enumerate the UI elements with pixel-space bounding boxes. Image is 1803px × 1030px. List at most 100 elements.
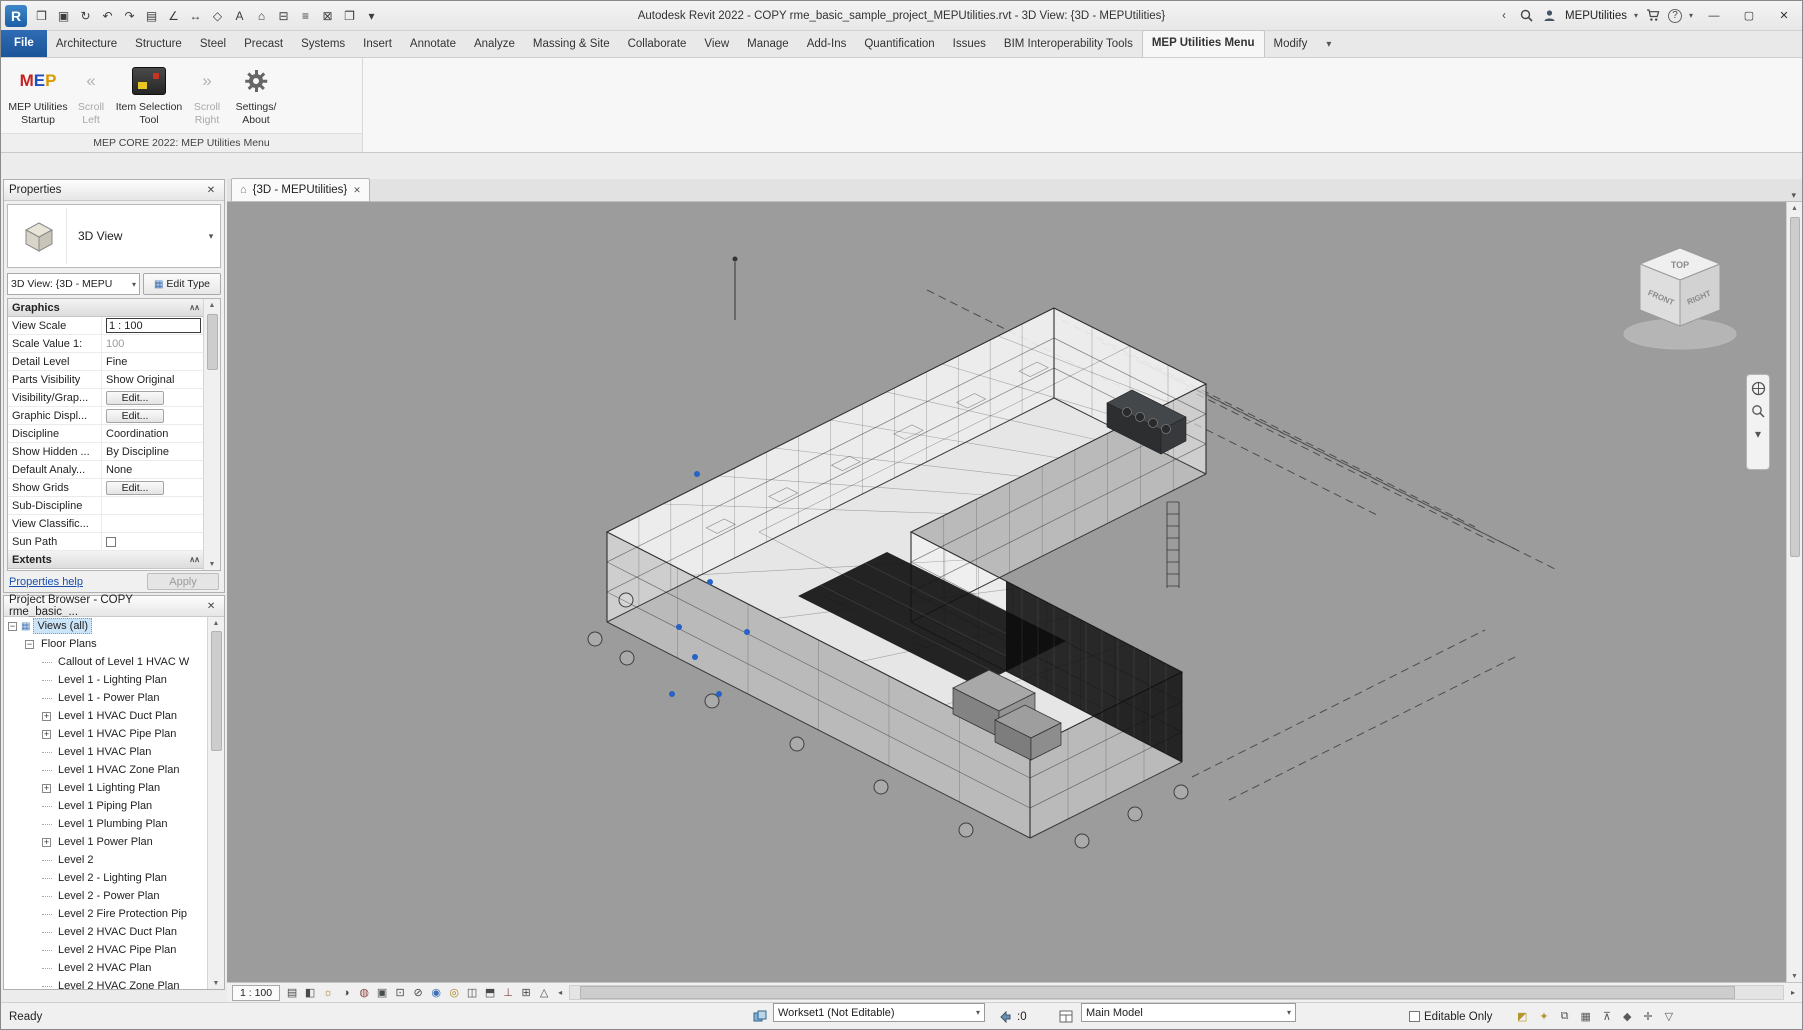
tree-item-level-1-hvac-duct-plan[interactable]: +Level 1 HVAC Duct Plan (4, 707, 224, 725)
item-selection-tool-button[interactable]: Item Selection Tool (111, 61, 187, 133)
tree-item-level-2-hvac-pipe-plan[interactable]: Level 2 HVAC Pipe Plan (4, 941, 224, 959)
select-underlay-toggle-icon[interactable]: ▦ (1580, 1010, 1590, 1023)
account-icon[interactable] (1542, 8, 1558, 24)
editing-requests-icon[interactable]: ✦ (1539, 1010, 1548, 1023)
view-tab-3d-meputilities[interactable]: ⌂ {3D - MEPUtilities} ✕ (231, 178, 370, 201)
view-scale-input[interactable]: 1 : 100 (106, 318, 201, 333)
expand-toggle-icon[interactable]: + (42, 838, 51, 847)
scroll-down-icon[interactable]: ▼ (213, 977, 220, 989)
section-header-extents[interactable]: Extents ∧∧ (8, 551, 203, 569)
tree-item-level-1-lighting-plan[interactable]: Level 1 - Lighting Plan (4, 671, 224, 689)
ribbon-tab-view[interactable]: View (695, 31, 738, 57)
open-file-icon[interactable]: ❒ (31, 5, 52, 26)
view-tab-close-icon[interactable]: ✕ (353, 185, 361, 196)
render-icon[interactable]: ◍ (355, 986, 373, 999)
project-browser-close-icon[interactable]: ✕ (203, 601, 219, 612)
design-options-combo[interactable]: Main Model ▾ (1081, 1003, 1296, 1022)
browser-scrollbar[interactable]: ▲ ▼ (207, 617, 224, 989)
ribbon-tab-file[interactable]: File (1, 30, 47, 57)
view-scale-button[interactable]: 1 : 100 (232, 985, 280, 1001)
properties-scrollbar[interactable]: ▲ ▼ (203, 299, 220, 570)
visual-style-icon[interactable]: ◧ (301, 986, 319, 999)
ribbon-tab-architecture[interactable]: Architecture (47, 31, 126, 57)
tree-item-level-1-lighting-plan[interactable]: +Level 1 Lighting Plan (4, 779, 224, 797)
thin-lines-icon[interactable]: ≡ (295, 5, 316, 26)
undo-icon[interactable]: ↶ (97, 5, 118, 26)
maximize-button[interactable]: ▢ (1735, 5, 1763, 27)
tree-item-level-1-power-plan[interactable]: +Level 1 Power Plan (4, 833, 224, 851)
tag-by-category-icon[interactable]: ◇ (207, 5, 228, 26)
scrollbar-thumb[interactable] (580, 986, 1735, 999)
edit-button[interactable]: Edit... (106, 391, 164, 405)
help-dropdown-icon[interactable]: ▾ (1689, 11, 1693, 20)
ribbon-tab-systems[interactable]: Systems (292, 31, 354, 57)
scroll-down-icon[interactable]: ▼ (1791, 970, 1798, 982)
ribbon-tab-quantification[interactable]: Quantification (855, 31, 943, 57)
property-value-discipline[interactable]: Coordination (102, 428, 203, 440)
drag-on-selection-toggle-icon[interactable]: ✛ (1643, 1010, 1652, 1023)
tree-item-level-1-piping-plan[interactable]: Level 1 Piping Plan (4, 797, 224, 815)
tree-item-level-1-hvac-pipe-plan[interactable]: +Level 1 HVAC Pipe Plan (4, 725, 224, 743)
ribbon-tab-annotate[interactable]: Annotate (401, 31, 465, 57)
displace-elements-icon[interactable]: ⬒ (481, 986, 499, 999)
collapse-search-icon[interactable]: ‹ (1496, 8, 1512, 24)
apply-button[interactable]: Apply (147, 573, 219, 590)
close-inactive-windows-icon[interactable]: ⊠ (317, 5, 338, 26)
section-header-graphics[interactable]: Graphics ∧∧ (8, 299, 203, 317)
tree-item-level-1-power-plan[interactable]: Level 1 - Power Plan (4, 689, 224, 707)
properties-titlebar[interactable]: Properties ✕ (4, 180, 224, 201)
modify-options-dropdown-icon[interactable]: ▾ (1320, 31, 1337, 57)
analytical-model-icon[interactable]: △ (535, 986, 553, 999)
property-value-default-analy[interactable]: None (102, 464, 203, 476)
select-links-toggle-icon[interactable]: ⧉ (1561, 1010, 1569, 1023)
scroll-up-icon[interactable]: ▲ (209, 299, 216, 311)
ribbon-panel-label[interactable]: MEP CORE 2022: MEP Utilities Menu (1, 133, 362, 152)
ribbon-tab-massing-site[interactable]: Massing & Site (524, 31, 619, 57)
section-icon[interactable]: ⊟ (273, 5, 294, 26)
tree-item-level-2[interactable]: Level 2 (4, 851, 224, 869)
tree-item-level-2-fire-protection-pip[interactable]: Level 2 Fire Protection Pip (4, 905, 224, 923)
property-value-view-scale[interactable]: 1 : 100 (102, 318, 203, 333)
scroll-right-icon[interactable]: ▸ (1786, 988, 1800, 997)
mep-utilities-startup-button[interactable]: MEP MEP Utilities Startup (5, 61, 71, 133)
property-value-sun-path[interactable] (102, 537, 203, 547)
settings-about-button[interactable]: Settings/ About (227, 61, 285, 133)
tree-item-views-all[interactable]: −▦Views (all) (4, 617, 224, 635)
ribbon-tab-analyze[interactable]: Analyze (465, 31, 524, 57)
save-icon[interactable]: ▣ (53, 5, 74, 26)
expand-toggle-icon[interactable]: + (42, 784, 51, 793)
worksharing-status-icon[interactable]: ◩ (1517, 1010, 1527, 1023)
scrollbar-thumb[interactable] (1790, 217, 1800, 557)
select-by-face-toggle-icon[interactable]: ◆ (1623, 1010, 1631, 1023)
account-user[interactable]: MEPUtilities (1565, 10, 1627, 22)
property-value-scale-value-1[interactable]: 100 (102, 338, 203, 350)
redo-icon[interactable]: ↷ (119, 5, 140, 26)
editing-requests-count[interactable]: :0 (1017, 1003, 1027, 1030)
viewcube[interactable]: TOP FRONT RIGHT (1608, 230, 1758, 370)
sync-with-central-icon[interactable]: ↻ (75, 5, 96, 26)
revit-logo[interactable]: R (5, 5, 27, 27)
tree-item-level-1-plumbing-plan[interactable]: Level 1 Plumbing Plan (4, 815, 224, 833)
print-icon[interactable]: ▤ (141, 5, 162, 26)
ribbon-tab-modify[interactable]: Modify (1265, 31, 1317, 57)
close-button[interactable]: ✕ (1770, 5, 1798, 27)
ribbon-tab-mep-utilities-menu[interactable]: MEP Utilities Menu (1142, 30, 1265, 57)
ribbon-tab-structure[interactable]: Structure (126, 31, 191, 57)
edit-type-button[interactable]: ▦ Edit Type (143, 273, 221, 295)
ribbon-tab-issues[interactable]: Issues (944, 31, 995, 57)
worksharing-display-icon[interactable]: ⊞ (517, 986, 535, 999)
ribbon-tab-steel[interactable]: Steel (191, 31, 235, 57)
account-dropdown-icon[interactable]: ▾ (1634, 11, 1638, 20)
temporary-view-properties-icon[interactable]: ◫ (463, 986, 481, 999)
property-value-parts-visibility[interactable]: Show Original (102, 374, 203, 386)
sun-path-checkbox[interactable] (106, 537, 116, 547)
filter-icon[interactable]: ▽ (1665, 1010, 1673, 1023)
view-instance-combo[interactable]: 3D View: {3D - MEPU ▾ (7, 273, 140, 295)
shadows-icon[interactable]: ◑ (337, 987, 355, 999)
expand-toggle-icon[interactable]: + (42, 712, 51, 721)
reveal-constraints-icon[interactable]: ⊥ (499, 986, 517, 999)
properties-help-link[interactable]: Properties help (9, 576, 83, 588)
full-navigation-wheel-icon[interactable] (1749, 379, 1767, 397)
show-crop-region-icon[interactable]: ⊡ (391, 986, 409, 999)
property-value-graphic-displ[interactable]: Edit... (102, 409, 203, 423)
